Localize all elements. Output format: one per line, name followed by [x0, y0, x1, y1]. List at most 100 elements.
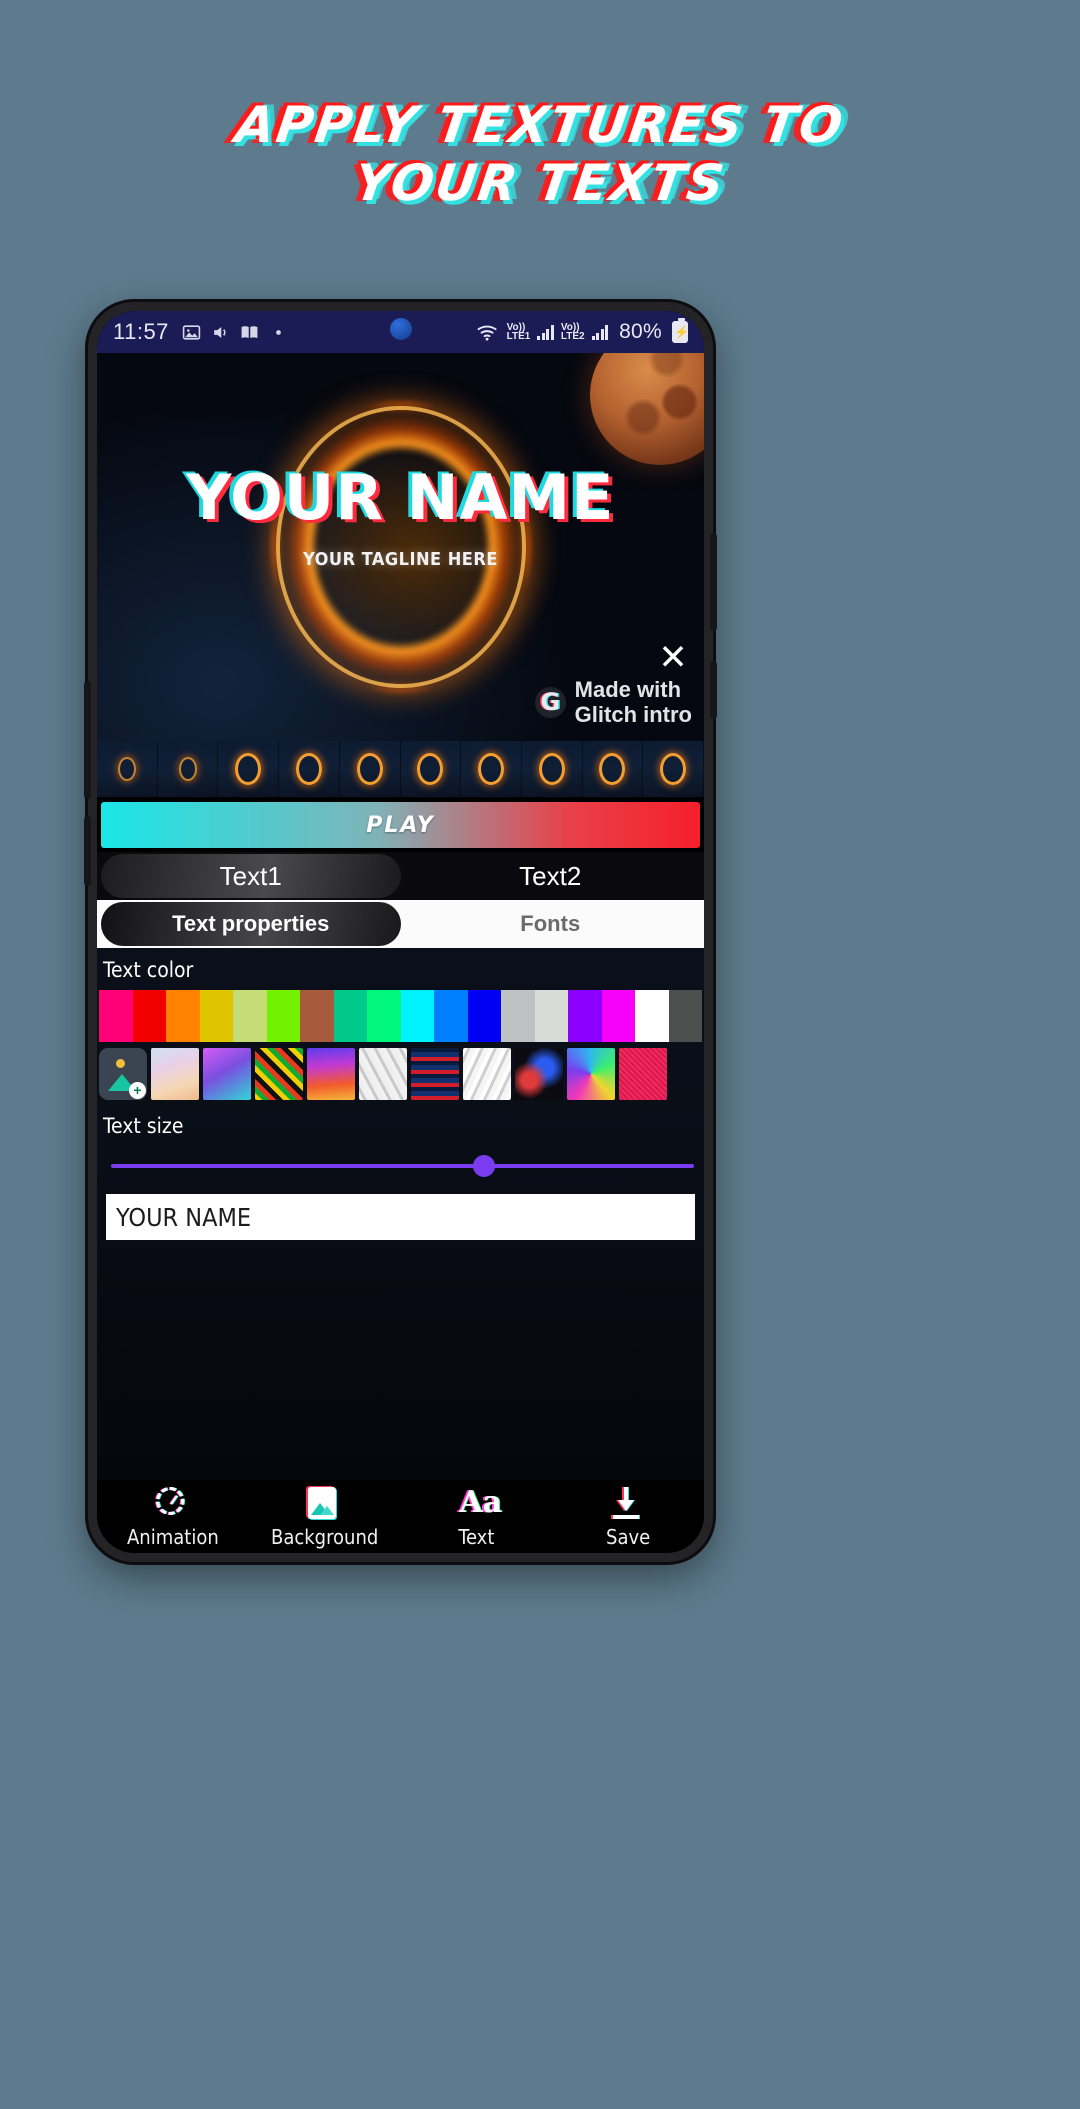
watermark-text: Made with Glitch intro — [575, 677, 692, 727]
filmstrip-frame[interactable] — [339, 741, 401, 797]
text-content-value: YOUR NAME — [116, 1202, 252, 1232]
volume-down-button[interactable] — [84, 816, 91, 886]
bixby-button[interactable] — [710, 661, 717, 719]
book-icon — [241, 325, 258, 338]
nav-save[interactable]: Save — [552, 1487, 704, 1549]
video-preview[interactable]: YOUR NAME YOUR TAGLINE HERE ✕ G Made wit… — [97, 353, 704, 741]
text-size-label: Text size — [103, 1114, 184, 1138]
promo-line-1: APPLY TEXTURES TO — [231, 96, 849, 154]
color-swatch[interactable] — [199, 990, 233, 1042]
texture-thumbnail[interactable] — [515, 1048, 563, 1100]
texture-thumbnail[interactable] — [463, 1048, 511, 1100]
text-color-swatch-row[interactable] — [99, 990, 702, 1042]
texture-thumbnail-row[interactable] — [97, 1042, 704, 1104]
text-properties-panel: Text color Text size YOUR NAME — [97, 948, 704, 1480]
sim2-network-label: LTE2 — [560, 331, 585, 342]
filmstrip-frame[interactable] — [218, 741, 280, 797]
nav-animation-label: Animation — [127, 1525, 219, 1549]
texture-thumbnail[interactable] — [567, 1048, 615, 1100]
status-right-icons: Vo)) LTE1 Vo)) LTE2 80% — [476, 318, 688, 344]
watermark-line-1: Made with — [574, 677, 682, 702]
dot-icon — [276, 329, 281, 335]
color-swatch[interactable] — [233, 990, 267, 1042]
add-image-button[interactable] — [99, 1048, 147, 1100]
color-swatch[interactable] — [367, 990, 401, 1042]
text-layer-tabs: Text1 Text2 — [97, 852, 704, 900]
tab-text-properties[interactable]: Text properties — [101, 902, 401, 946]
texture-thumbnail[interactable] — [255, 1048, 303, 1100]
slider-thumb[interactable] — [473, 1155, 496, 1177]
volume-icon — [214, 326, 226, 338]
texture-thumbnail[interactable] — [203, 1048, 251, 1100]
status-bar: 11:57 Vo)) LTE1 Vo)) LTE2 80% ⚡ — [97, 311, 704, 353]
nav-animation[interactable]: Animation — [97, 1487, 249, 1549]
color-swatch[interactable] — [501, 990, 535, 1042]
color-swatch[interactable] — [300, 990, 334, 1042]
text-size-slider[interactable] — [97, 1146, 704, 1184]
watermark[interactable]: G Made with Glitch intro — [534, 677, 692, 727]
property-tabs: Text properties Fonts — [97, 900, 704, 948]
nav-save-label: Save — [606, 1525, 651, 1549]
text-content-input[interactable]: YOUR NAME — [106, 1194, 695, 1240]
color-swatch[interactable] — [400, 990, 434, 1042]
filmstrip-frame[interactable] — [279, 741, 340, 797]
download-save-icon — [611, 1487, 645, 1521]
timeline-filmstrip[interactable] — [97, 741, 704, 797]
animation-icon — [155, 1487, 190, 1521]
color-swatch[interactable] — [668, 990, 702, 1042]
color-swatch[interactable] — [635, 990, 669, 1042]
blood-moon-graphic — [590, 353, 704, 465]
sim2-volte-indicator: Vo)) LTE2 — [560, 323, 585, 342]
phone-mockup: 11:57 Vo)) LTE1 Vo)) LTE2 80% ⚡ YOUR NAM… — [84, 302, 717, 1562]
color-swatch[interactable] — [568, 990, 602, 1042]
color-swatch[interactable] — [132, 990, 166, 1042]
texture-thumbnail[interactable] — [359, 1048, 407, 1100]
color-swatch[interactable] — [266, 990, 300, 1042]
slider-track[interactable] — [111, 1155, 694, 1177]
watermark-line-2: Glitch intro — [574, 702, 692, 727]
panel-empty-space — [97, 1240, 704, 1480]
tab-text1[interactable]: Text1 — [101, 854, 401, 898]
filmstrip-frame[interactable] — [643, 741, 704, 797]
play-button-label: PLAY — [366, 812, 435, 838]
color-swatch[interactable] — [166, 990, 200, 1042]
status-notification-icons — [182, 323, 288, 342]
nav-text-label: Text — [458, 1525, 495, 1549]
wifi-icon — [477, 325, 497, 341]
promo-headline: APPLY TEXTURES TO YOUR TEXTS — [0, 96, 1080, 212]
promo-line-2: YOUR TEXTS — [350, 154, 730, 212]
texture-thumbnail[interactable] — [619, 1048, 667, 1100]
texture-thumbnail[interactable] — [151, 1048, 199, 1100]
bottom-navigation: Animation Background Aa Text Save — [97, 1480, 704, 1553]
text-color-label: Text color — [103, 958, 194, 982]
tab-fonts[interactable]: Fonts — [401, 902, 701, 946]
power-button[interactable] — [710, 533, 717, 631]
nav-text[interactable]: Aa Text — [401, 1487, 553, 1550]
nav-background[interactable]: Background — [249, 1487, 401, 1549]
color-swatch[interactable] — [601, 990, 635, 1042]
color-swatch[interactable] — [534, 990, 568, 1042]
filmstrip-frame[interactable] — [461, 741, 522, 797]
texture-thumbnail[interactable] — [411, 1048, 459, 1100]
filmstrip-frame[interactable] — [157, 741, 219, 797]
filmstrip-frame[interactable] — [521, 741, 583, 797]
volume-up-button[interactable] — [84, 681, 91, 799]
preview-title-text[interactable]: YOUR NAME — [97, 461, 704, 534]
filmstrip-frame[interactable] — [97, 741, 158, 797]
sim1-volte-indicator: Vo)) LTE1 — [507, 323, 531, 342]
filmstrip-frame[interactable] — [582, 741, 644, 797]
front-camera-punchhole — [389, 318, 412, 340]
play-button[interactable]: PLAY — [101, 802, 700, 848]
color-swatch[interactable] — [467, 990, 501, 1042]
preview-tagline-text[interactable]: YOUR TAGLINE HERE — [97, 549, 704, 570]
color-swatch[interactable] — [333, 990, 367, 1042]
filmstrip-frame[interactable] — [400, 741, 462, 797]
texture-thumbnail[interactable] — [307, 1048, 355, 1100]
nav-background-label: Background — [270, 1525, 379, 1549]
color-swatch[interactable] — [434, 990, 468, 1042]
tab-text2[interactable]: Text2 — [401, 854, 701, 898]
background-image-icon — [307, 1487, 342, 1521]
close-watermark-icon[interactable]: ✕ — [656, 640, 690, 677]
status-time: 11:57 — [113, 319, 169, 344]
color-swatch[interactable] — [99, 990, 133, 1042]
